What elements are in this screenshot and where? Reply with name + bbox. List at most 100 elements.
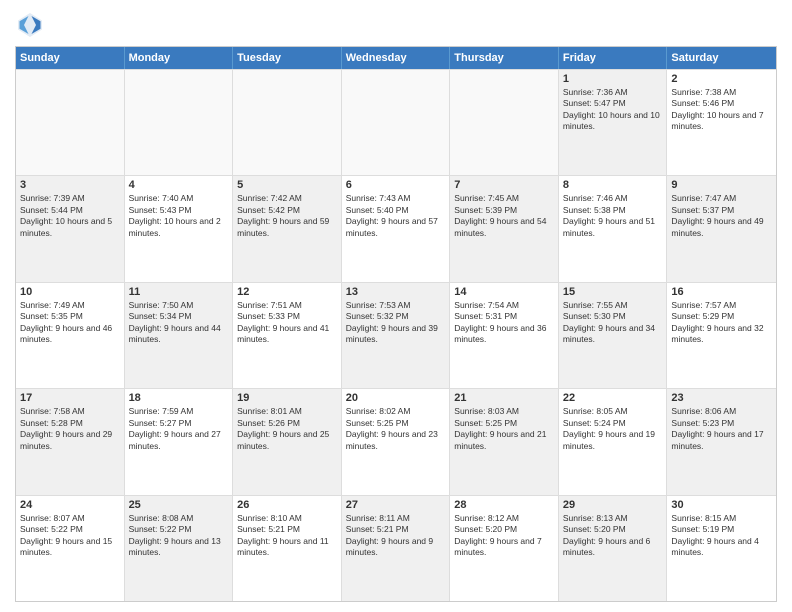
cal-cell-1-6: 9 Sunrise: 7:47 AM Sunset: 5:37 PM Daylig… [667,176,776,281]
day-number: 11 [129,286,229,298]
cal-cell-0-1 [125,70,234,175]
day-number: 10 [20,286,120,298]
day-number: 7 [454,179,554,191]
cell-info: Sunrise: 7:51 AM Sunset: 5:33 PM Dayligh… [237,300,337,346]
cell-info: Sunrise: 7:57 AM Sunset: 5:29 PM Dayligh… [671,300,772,346]
cal-cell-4-5: 29Sunrise: 8:13 AM Sunset: 5:20 PM Dayli… [559,496,668,601]
cal-header-wednesday: Wednesday [342,47,451,69]
day-number: 20 [346,392,446,404]
cal-header-saturday: Saturday [667,47,776,69]
day-number: 21 [454,392,554,404]
day-number: 3 [20,179,120,191]
cal-cell-1-4: 7 Sunrise: 7:45 AM Sunset: 5:39 PM Daylig… [450,176,559,281]
day-number: 9 [671,179,772,191]
cal-cell-1-3: 6Sunrise: 7:43 AM Sunset: 5:40 PM Daylig… [342,176,451,281]
cal-row-3: 17Sunrise: 7:58 AM Sunset: 5:28 PM Dayli… [16,388,776,494]
logo [15,10,49,40]
cal-cell-4-3: 27 Sunrise: 8:11 AM Sunset: 5:21 PM Dayli… [342,496,451,601]
cell-info: Sunrise: 8:03 AM Sunset: 5:25 PM Dayligh… [454,406,554,452]
cal-cell-2-6: 16Sunrise: 7:57 AM Sunset: 5:29 PM Dayli… [667,283,776,388]
cal-row-0: 1 Sunrise: 7:36 AM Sunset: 5:47 PM Daylig… [16,69,776,175]
cell-info: Sunrise: 7:49 AM Sunset: 5:35 PM Dayligh… [20,300,120,346]
logo-icon [15,10,45,40]
cell-info: Sunrise: 8:11 AM Sunset: 5:21 PM Dayligh… [346,513,446,559]
cal-cell-3-5: 22 Sunrise: 8:05 AM Sunset: 5:24 PM Dayli… [559,389,668,494]
cal-cell-2-0: 10 Sunrise: 7:49 AM Sunset: 5:35 PM Dayli… [16,283,125,388]
cal-header-friday: Friday [559,47,668,69]
cal-cell-4-4: 28Sunrise: 8:12 AM Sunset: 5:20 PM Dayli… [450,496,559,601]
cal-cell-0-3 [342,70,451,175]
cell-info: Sunrise: 7:39 AM Sunset: 5:44 PM Dayligh… [20,193,120,239]
cal-header-sunday: Sunday [16,47,125,69]
cell-info: Sunrise: 8:08 AM Sunset: 5:22 PM Dayligh… [129,513,229,559]
cell-info: Sunrise: 8:05 AM Sunset: 5:24 PM Dayligh… [563,406,663,452]
cell-info: Sunrise: 7:53 AM Sunset: 5:32 PM Dayligh… [346,300,446,346]
cell-info: Sunrise: 8:02 AM Sunset: 5:25 PM Dayligh… [346,406,446,452]
cal-cell-3-4: 21 Sunrise: 8:03 AM Sunset: 5:25 PM Dayli… [450,389,559,494]
cal-cell-3-2: 19 Sunrise: 8:01 AM Sunset: 5:26 PM Dayli… [233,389,342,494]
cell-info: Sunrise: 7:55 AM Sunset: 5:30 PM Dayligh… [563,300,663,346]
day-number: 8 [563,179,663,191]
calendar: SundayMondayTuesdayWednesdayThursdayFrid… [15,46,777,602]
cell-info: Sunrise: 7:36 AM Sunset: 5:47 PM Dayligh… [563,87,663,133]
cell-info: Sunrise: 7:59 AM Sunset: 5:27 PM Dayligh… [129,406,229,452]
cell-info: Sunrise: 7:47 AM Sunset: 5:37 PM Dayligh… [671,193,772,239]
cal-row-1: 3 Sunrise: 7:39 AM Sunset: 5:44 PM Daylig… [16,175,776,281]
cal-cell-0-4 [450,70,559,175]
cell-info: Sunrise: 7:50 AM Sunset: 5:34 PM Dayligh… [129,300,229,346]
day-number: 4 [129,179,229,191]
day-number: 14 [454,286,554,298]
cal-cell-3-0: 17Sunrise: 7:58 AM Sunset: 5:28 PM Dayli… [16,389,125,494]
cal-cell-0-5: 1 Sunrise: 7:36 AM Sunset: 5:47 PM Daylig… [559,70,668,175]
cell-info: Sunrise: 7:54 AM Sunset: 5:31 PM Dayligh… [454,300,554,346]
cal-cell-1-1: 4Sunrise: 7:40 AM Sunset: 5:43 PM Daylig… [125,176,234,281]
day-number: 27 [346,499,446,511]
cal-cell-2-4: 14 Sunrise: 7:54 AM Sunset: 5:31 PM Dayli… [450,283,559,388]
day-number: 25 [129,499,229,511]
cal-header-thursday: Thursday [450,47,559,69]
cal-cell-4-6: 30 Sunrise: 8:15 AM Sunset: 5:19 PM Dayli… [667,496,776,601]
cal-row-2: 10 Sunrise: 7:49 AM Sunset: 5:35 PM Dayli… [16,282,776,388]
cell-info: Sunrise: 7:42 AM Sunset: 5:42 PM Dayligh… [237,193,337,239]
cell-info: Sunrise: 7:45 AM Sunset: 5:39 PM Dayligh… [454,193,554,239]
cal-cell-1-5: 8 Sunrise: 7:46 AM Sunset: 5:38 PM Daylig… [559,176,668,281]
day-number: 12 [237,286,337,298]
cell-info: Sunrise: 8:12 AM Sunset: 5:20 PM Dayligh… [454,513,554,559]
day-number: 24 [20,499,120,511]
cal-cell-4-1: 25 Sunrise: 8:08 AM Sunset: 5:22 PM Dayli… [125,496,234,601]
cal-header-tuesday: Tuesday [233,47,342,69]
day-number: 26 [237,499,337,511]
cell-info: Sunrise: 8:15 AM Sunset: 5:19 PM Dayligh… [671,513,772,559]
cal-cell-1-2: 5 Sunrise: 7:42 AM Sunset: 5:42 PM Daylig… [233,176,342,281]
cell-info: Sunrise: 7:43 AM Sunset: 5:40 PM Dayligh… [346,193,446,239]
cell-info: Sunrise: 7:38 AM Sunset: 5:46 PM Dayligh… [671,87,772,133]
day-number: 19 [237,392,337,404]
day-number: 5 [237,179,337,191]
cal-header-monday: Monday [125,47,234,69]
cal-cell-3-3: 20 Sunrise: 8:02 AM Sunset: 5:25 PM Dayli… [342,389,451,494]
day-number: 15 [563,286,663,298]
day-number: 22 [563,392,663,404]
day-number: 2 [671,73,772,85]
cal-cell-0-0 [16,70,125,175]
cell-info: Sunrise: 8:01 AM Sunset: 5:26 PM Dayligh… [237,406,337,452]
cal-cell-4-0: 24 Sunrise: 8:07 AM Sunset: 5:22 PM Dayli… [16,496,125,601]
day-number: 23 [671,392,772,404]
day-number: 30 [671,499,772,511]
page: SundayMondayTuesdayWednesdayThursdayFrid… [0,0,792,612]
day-number: 13 [346,286,446,298]
cell-info: Sunrise: 7:58 AM Sunset: 5:28 PM Dayligh… [20,406,120,452]
calendar-body: 1 Sunrise: 7:36 AM Sunset: 5:47 PM Daylig… [16,69,776,601]
calendar-header-row: SundayMondayTuesdayWednesdayThursdayFrid… [16,47,776,69]
cal-cell-3-1: 18Sunrise: 7:59 AM Sunset: 5:27 PM Dayli… [125,389,234,494]
cal-cell-2-5: 15 Sunrise: 7:55 AM Sunset: 5:30 PM Dayli… [559,283,668,388]
day-number: 29 [563,499,663,511]
cell-info: Sunrise: 8:06 AM Sunset: 5:23 PM Dayligh… [671,406,772,452]
cell-info: Sunrise: 8:07 AM Sunset: 5:22 PM Dayligh… [20,513,120,559]
cal-cell-1-0: 3 Sunrise: 7:39 AM Sunset: 5:44 PM Daylig… [16,176,125,281]
cal-row-4: 24 Sunrise: 8:07 AM Sunset: 5:22 PM Dayli… [16,495,776,601]
cell-info: Sunrise: 7:46 AM Sunset: 5:38 PM Dayligh… [563,193,663,239]
day-number: 1 [563,73,663,85]
cal-cell-2-2: 12 Sunrise: 7:51 AM Sunset: 5:33 PM Dayli… [233,283,342,388]
cal-cell-4-2: 26Sunrise: 8:10 AM Sunset: 5:21 PM Dayli… [233,496,342,601]
